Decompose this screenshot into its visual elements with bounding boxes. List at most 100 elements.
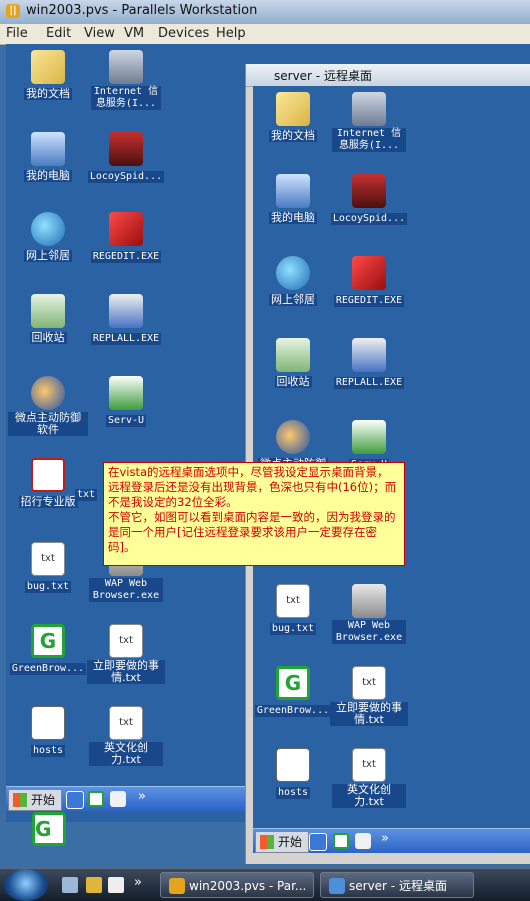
vista-start-orb-icon[interactable] [4, 869, 48, 901]
rdp-desktop: 我的文档 Internet 信息服务(I... 我的电脑 LocoySpid..… [253, 86, 530, 828]
servu-icon [352, 420, 386, 454]
quicklaunch-chevron-icon[interactable]: » [381, 831, 389, 846]
rdp-icon-iis[interactable]: Internet 信息服务(I... [329, 92, 409, 152]
registry-icon [352, 256, 386, 290]
desktop-icon-my-documents[interactable]: 我的文档 [8, 50, 88, 100]
menu-devices[interactable]: Devices [158, 26, 209, 41]
desktop-icon-txt-partial[interactable]: txt [66, 464, 106, 501]
rdp-icon-my-computer[interactable]: 我的电脑 [253, 174, 333, 224]
greenbrowser-icon: G [31, 624, 65, 658]
menu-help[interactable]: Help [216, 26, 246, 41]
greenbrowser-icon[interactable] [88, 791, 104, 807]
rdp-icon-replall[interactable]: REPLALL.EXE [329, 338, 409, 389]
desktop-icon-todo-txt[interactable]: txt 立即要做的事情.txt [86, 624, 166, 684]
desktop-icon-network[interactable]: 网上邻居 [8, 212, 88, 262]
annotation-callout: 在vista的远程桌面选项中，尽管我设定显示桌面背景，远程登录后还是没有出现背景… [103, 462, 405, 566]
servu-icon [109, 376, 143, 410]
server-icon [109, 50, 143, 84]
remote-desktop-icon [329, 878, 345, 894]
greenbrowser-icon: G [32, 812, 66, 846]
desktop-icon-english-txt[interactable]: txt 英文化创力.txt [86, 706, 166, 766]
show-desktop-icon[interactable] [62, 877, 78, 893]
notepad-quicklaunch-icon[interactable] [108, 877, 124, 893]
menu-edit[interactable]: Edit [46, 26, 71, 41]
rdp-icon-my-documents[interactable]: 我的文档 [253, 92, 333, 142]
menu-bar: File Edit View VM Devices Help [0, 24, 530, 45]
menu-view[interactable]: View [84, 26, 115, 41]
network-icon [276, 256, 310, 290]
security-icon [31, 376, 65, 410]
desktop-icon-my-computer[interactable]: 我的电脑 [8, 132, 88, 182]
rdp-icon-network[interactable]: 网上邻居 [253, 256, 333, 306]
parallels-titlebar[interactable]: || win2003.pvs - Parallels Workstation [0, 0, 530, 25]
greenbrowser-icon[interactable] [333, 833, 349, 849]
rdp-icon-recycle-bin[interactable]: 回收站 [253, 338, 333, 388]
recycle-bin-icon [276, 338, 310, 372]
guest-start-button[interactable]: 开始 [8, 789, 63, 811]
taskbar-button-parallels[interactable]: win2003.pvs - Par... [160, 872, 314, 898]
bank-icon [31, 458, 65, 492]
desktop-icon-replall[interactable]: REPLALL.EXE [86, 294, 166, 345]
desktop-icon-hosts[interactable]: hosts [8, 706, 88, 757]
desktop-icon-micropoint[interactable]: 微点主动防御软件 [8, 376, 88, 436]
desktop-icon-bug-txt[interactable]: txt bug.txt [8, 542, 88, 593]
desktop-icon-greenbrowser[interactable]: G GreenBrow... [8, 624, 88, 675]
rdp-taskbar: 开始 » [253, 828, 530, 853]
callout-text-2: 不管它，如图可以看到桌面内容是一致的，因为我登录的是同一个用户[记住远程登录要求… [108, 510, 396, 554]
folder-icon [276, 92, 310, 126]
text-file-icon: txt [352, 666, 386, 700]
hosts-file-icon [276, 748, 310, 782]
windows-flag-icon [260, 835, 274, 849]
train-icon [352, 174, 386, 208]
menu-vm[interactable]: VM [124, 26, 144, 41]
rdp-start-button[interactable]: 开始 [255, 831, 310, 853]
rdp-icon-regedit[interactable]: REGEDIT.EXE [329, 256, 409, 307]
security-icon [276, 420, 310, 454]
search-folder-icon [109, 294, 143, 328]
desktop-icon-iis[interactable]: Internet 信息服务(I... [86, 50, 166, 110]
guest-taskbar: 开始 » [6, 786, 246, 811]
quicklaunch-chevron-icon[interactable]: » [138, 789, 146, 804]
rdp-icon-bug-txt[interactable]: txt bug.txt [253, 584, 333, 635]
text-file-icon [86, 464, 87, 484]
computer-icon [31, 132, 65, 166]
train-icon [109, 132, 143, 166]
parallels-quicklaunch-icon[interactable] [86, 877, 102, 893]
text-file-icon: txt [109, 706, 143, 740]
desktop-icon-regedit[interactable]: REGEDIT.EXE [86, 212, 166, 263]
host-taskbar: » win2003.pvs - Par... server - 远程桌面 [0, 868, 530, 901]
desktop-icon-servu[interactable]: Serv-U [86, 376, 166, 427]
rdp-icon-hosts[interactable]: hosts [253, 748, 333, 799]
text-file-icon: txt [31, 542, 65, 576]
rdp-icon-wap-browser[interactable]: WAP Web Browser.exe [329, 584, 409, 644]
rdp-icon-todo-txt[interactable]: txt 立即要做的事情.txt [329, 666, 409, 726]
notepad-icon[interactable] [355, 833, 371, 849]
network-icon [31, 212, 65, 246]
computer-icon [276, 174, 310, 208]
desktop-icon-locoyspider[interactable]: LocoySpid... [86, 132, 166, 183]
search-folder-icon [352, 338, 386, 372]
menu-file[interactable]: File [6, 26, 28, 41]
rdp-window-title: server - 远程桌面 [274, 69, 372, 83]
callout-text-1: 在vista的远程桌面选项中，尽管我设定显示桌面背景，远程登录后还是没有出现背景… [108, 465, 397, 509]
registry-icon [109, 212, 143, 246]
parallels-icon [169, 878, 185, 894]
windows-flag-icon [13, 793, 27, 807]
desktop-icon-recycle-bin[interactable]: 回收站 [8, 294, 88, 344]
rdp-icon-locoyspider[interactable]: LocoySpid... [329, 174, 409, 225]
notepad-icon[interactable] [110, 791, 126, 807]
taskbar-button-rdp[interactable]: server - 远程桌面 [320, 872, 474, 898]
text-file-icon: txt [109, 624, 143, 658]
ie-icon[interactable] [309, 833, 327, 851]
hosts-file-icon [31, 706, 65, 740]
rdp-titlebar[interactable]: server - 远程桌面 [246, 64, 530, 87]
pda-icon [352, 584, 386, 618]
quicklaunch-chevron-icon[interactable]: » [134, 875, 142, 890]
rdp-icon-greenbrowser[interactable]: G GreenBrow... [253, 666, 333, 717]
rdp-icon-english-txt[interactable]: txt 英文化创力.txt [329, 748, 409, 808]
parallels-logo-icon: || [6, 4, 20, 18]
ie-icon[interactable] [66, 791, 84, 809]
server-icon [352, 92, 386, 126]
window-title: win2003.pvs - Parallels Workstation [26, 3, 258, 18]
recycle-bin-icon [31, 294, 65, 328]
